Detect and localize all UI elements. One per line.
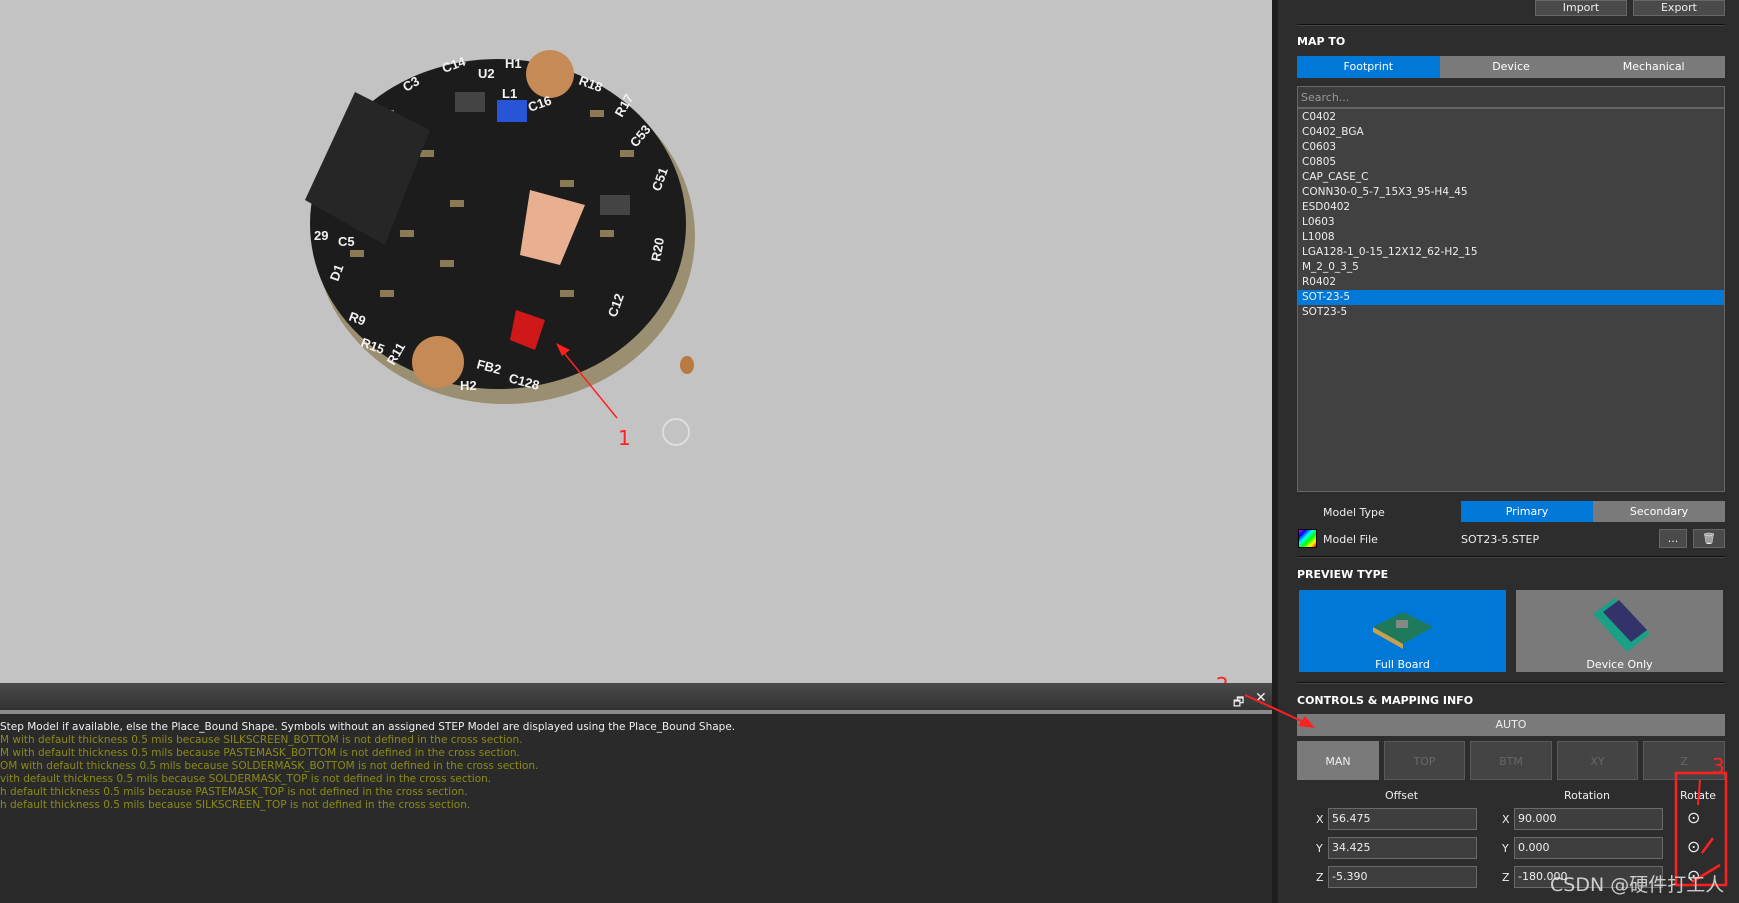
list-item[interactable]: R0402 (1298, 275, 1724, 290)
list-item[interactable]: LGA128-1_0-15_12X12_62-H2_15 (1298, 245, 1724, 260)
list-item[interactable]: CONN30-0_5-7_15X3_95-H4_45 (1298, 185, 1724, 200)
list-item[interactable]: CAP_CASE_C (1298, 170, 1724, 185)
board-icon (1372, 612, 1433, 649)
tab-device[interactable]: Device (1440, 56, 1583, 78)
chip-icon (1592, 598, 1650, 652)
tab-footprint[interactable]: Footprint (1297, 56, 1440, 78)
list-item[interactable]: L0603 (1298, 215, 1724, 230)
annotation-1: 1 (618, 426, 631, 450)
tab-secondary[interactable]: Secondary (1593, 501, 1725, 522)
list-item[interactable]: C0402 (1298, 110, 1724, 125)
color-swatch-icon[interactable] (1298, 529, 1317, 548)
footprint-list[interactable]: Search... C0402 C0402_BGA C0603 C0805 CAP_CA… (1297, 86, 1725, 492)
list-item[interactable]: C0805 (1298, 155, 1724, 170)
model-file-name: SOT23-5.STEP (1461, 533, 1540, 546)
tab-primary[interactable]: Primary (1461, 501, 1593, 522)
list-item[interactable]: C0603 (1298, 140, 1724, 155)
log-line: Step Model if available, else the Place_… (0, 721, 736, 733)
list-item[interactable]: ESD0402 (1298, 200, 1724, 215)
list-item[interactable]: M_2_0_3_5 (1298, 260, 1724, 275)
annotation-overlay: 1 2 (556, 343, 1229, 683)
annotation-3: 3 (1712, 754, 1725, 778)
delete-button[interactable]: 🗑 (1693, 529, 1725, 548)
list-item[interactable]: L1008 (1298, 230, 1724, 245)
tab-mechanical[interactable]: Mechanical (1582, 56, 1725, 78)
annotation-overlay-panel: 3 (1244, 694, 1728, 887)
log-line: h default thickness 0.5 mils because PAS… (0, 786, 468, 798)
browse-button[interactable]: ... (1659, 529, 1687, 548)
trash-icon: 🗑 (1702, 532, 1716, 545)
log-line: OM with default thickness 0.5 mils becau… (0, 760, 539, 772)
preview-type-heading: PREVIEW TYPE (1297, 568, 1389, 581)
search-input[interactable]: Search... (1298, 87, 1724, 109)
map-to-tabs: Footprint Device Mechanical (1297, 56, 1725, 78)
annotation-box (1674, 771, 1728, 887)
list-item[interactable]: SOT-23-5 (1298, 290, 1724, 305)
map-to-heading: MAP TO (1297, 35, 1346, 48)
model-file-label: Model File (1323, 533, 1378, 546)
list-item[interactable]: C0402_BGA (1298, 125, 1724, 140)
divider (1297, 24, 1725, 26)
model-type-tabs: Primary Secondary (1461, 501, 1725, 522)
3d-viewport[interactable]: H1 U2 C14 C3 L1 C16 R18 R17 C53 C51 R20 … (0, 0, 1272, 683)
export-button[interactable]: Export (1633, 0, 1725, 16)
log-line: vith default thickness 0.5 mils because … (0, 773, 492, 785)
log-panel-header (0, 683, 1272, 710)
log-output: Step Model if available, else the Place_… (0, 714, 1272, 903)
watermark: CSDN @硬件打工人 (1550, 874, 1725, 896)
import-button[interactable]: Import (1535, 0, 1627, 16)
divider (1297, 556, 1725, 558)
log-line: M with default thickness 0.5 mils becaus… (0, 747, 520, 759)
log-line: h default thickness 0.5 mils because SIL… (0, 799, 471, 811)
model-type-label: Model Type (1323, 506, 1385, 519)
list-item[interactable]: SOT23-5 (1298, 305, 1724, 320)
log-line: M with default thickness 0.5 mils becaus… (0, 734, 523, 746)
